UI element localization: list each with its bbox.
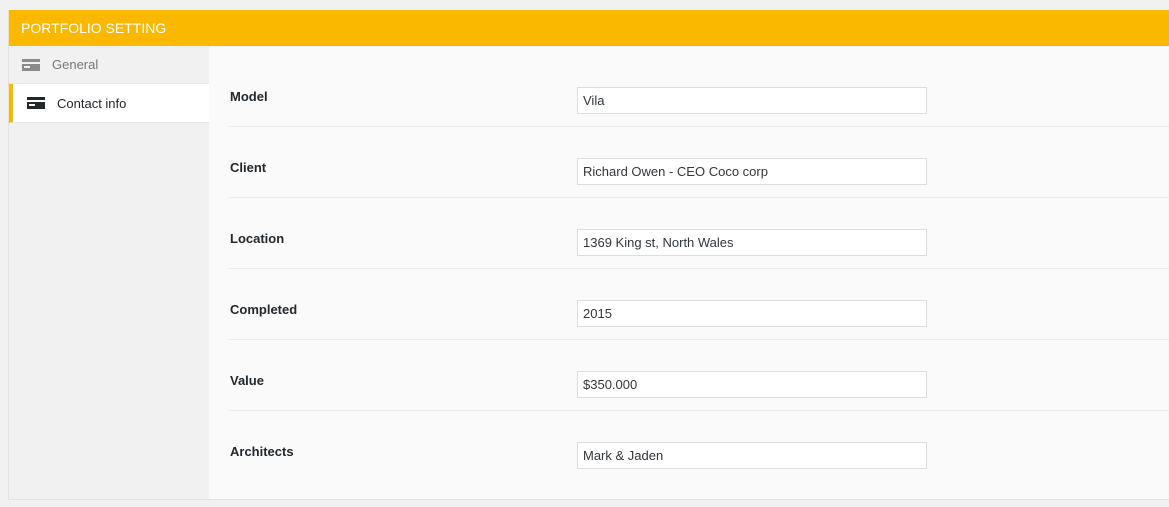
contact-info-form: Model Client Location Completed Value Ar… <box>209 46 1169 499</box>
settings-sidebar: General Contact info <box>9 46 209 499</box>
model-input[interactable] <box>577 87 927 114</box>
field-row-location: Location <box>229 198 1169 269</box>
card-icon <box>22 58 40 71</box>
location-input[interactable] <box>577 229 927 256</box>
model-label: Model <box>230 89 268 104</box>
tab-general[interactable]: General <box>9 46 209 84</box>
architects-label: Architects <box>230 444 294 459</box>
field-row-completed: Completed <box>229 269 1169 340</box>
tab-contact-info[interactable]: Contact info <box>9 84 209 123</box>
panel-body: General Contact info Model Client <box>9 46 1169 499</box>
card-icon <box>27 97 45 109</box>
tab-general-label: General <box>52 57 99 72</box>
tab-contact-info-label: Contact info <box>57 95 127 111</box>
completed-input[interactable] <box>577 300 927 327</box>
panel-title: PORTFOLIO SETTING <box>9 10 1169 46</box>
value-label: Value <box>230 373 264 388</box>
location-label: Location <box>230 231 285 246</box>
architects-input[interactable] <box>577 442 927 469</box>
field-row-value: Value <box>229 340 1169 411</box>
client-label: Client <box>230 160 267 175</box>
field-row-client: Client <box>229 127 1169 198</box>
field-row-architects: Architects <box>229 411 1169 481</box>
field-row-model: Model <box>229 46 1169 127</box>
value-input[interactable] <box>577 371 927 398</box>
portfolio-setting-panel: PORTFOLIO SETTING General Contact info M… <box>8 10 1169 500</box>
completed-label: Completed <box>230 302 298 317</box>
client-input[interactable] <box>577 158 927 185</box>
